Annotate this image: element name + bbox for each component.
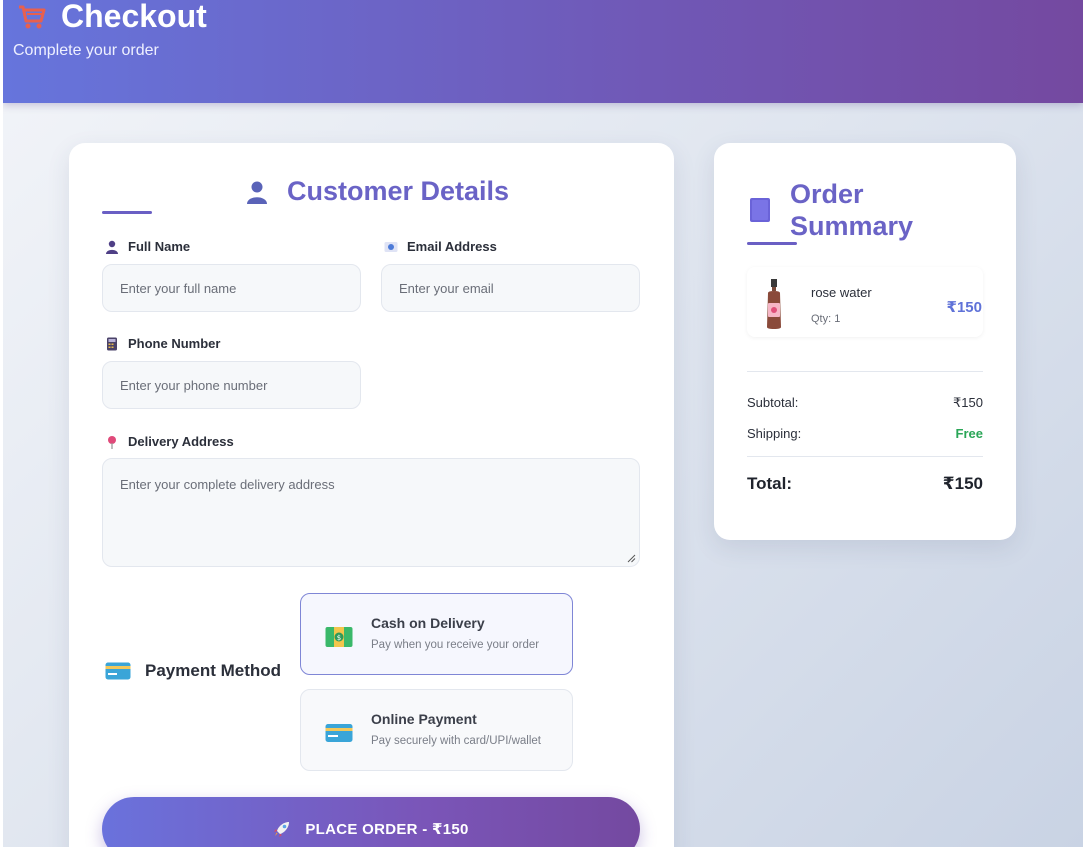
subtotal-value: ₹150 (953, 395, 983, 410)
online-description: Pay securely with card/UPI/wallet (371, 735, 542, 747)
item-price: ₹150 (946, 299, 982, 316)
cash-icon: $ (325, 627, 353, 647)
user-icon (247, 181, 267, 204)
cart-icon (19, 5, 46, 29)
page-title: Checkout (17, 0, 207, 38)
online-title: Online Payment (371, 711, 477, 727)
svg-text:$: $ (337, 634, 341, 642)
address-placeholder: Enter your complete delivery address (120, 477, 335, 492)
email-placeholder: Enter your email (399, 280, 494, 296)
email-input[interactable]: Enter your email (381, 264, 640, 312)
customer-details-card: Customer Details Full Name Enter your fu… (69, 143, 674, 847)
customer-details-heading: Customer Details (245, 176, 509, 207)
order-summary-card: Order Summary rose water Qty: 1 ₹150 Sub… (714, 143, 1016, 540)
heading-underline (102, 211, 152, 214)
book-icon (750, 198, 770, 222)
phone-input[interactable]: Enter your phone number (102, 361, 361, 409)
shipping-label: Shipping: (747, 426, 802, 441)
user-icon (106, 240, 118, 254)
order-summary-title: Order Summary (790, 179, 914, 241)
total-label: Total: (747, 474, 793, 493)
address-label-text: Delivery Address (128, 434, 234, 449)
customer-details-title: Customer Details (287, 176, 510, 206)
total-value: ₹150 (942, 474, 983, 493)
payment-option-cod[interactable]: $ Cash on Delivery Pay when you receive … (300, 593, 573, 675)
payment-method-label-text: Payment Method (145, 661, 282, 680)
full-name-label-text: Full Name (128, 239, 191, 254)
phone-icon (107, 337, 117, 350)
address-label: Delivery Address (105, 434, 234, 449)
total-row: Total: ₹150 (747, 474, 983, 494)
item-name: rose water (811, 285, 872, 300)
email-label-text: Email Address (407, 239, 497, 254)
subtotal-label: Subtotal: (747, 395, 799, 410)
page-subtitle: Complete your order (13, 42, 159, 59)
full-name-placeholder: Enter your full name (120, 280, 237, 296)
full-name-input[interactable]: Enter your full name (102, 264, 361, 312)
email-icon (384, 241, 398, 252)
credit-card-icon (325, 724, 353, 742)
rocket-icon (274, 822, 290, 837)
location-pin-icon (108, 435, 116, 449)
address-textarea[interactable]: Enter your complete delivery address (102, 458, 640, 567)
page-background: Checkout Complete your order Customer De… (3, 0, 1083, 847)
cod-description: Pay when you receive your order (371, 639, 540, 651)
product-thumbnail (767, 279, 781, 329)
subtotal-row: Subtotal: ₹150 (747, 395, 983, 411)
place-order-button[interactable]: PLACE ORDER - ₹150 (102, 797, 640, 847)
summary-divider (747, 371, 983, 372)
checkout-header: Checkout Complete your order (3, 0, 1083, 103)
place-order-label: PLACE ORDER - ₹150 (305, 821, 469, 838)
credit-card-icon (105, 662, 131, 680)
email-label: Email Address (384, 239, 497, 254)
shipping-row: Shipping: Free (747, 426, 983, 441)
payment-method-label: Payment Method (105, 661, 281, 681)
summary-heading-underline (747, 242, 797, 245)
full-name-label: Full Name (105, 239, 190, 254)
page-title-text: Checkout (61, 0, 207, 34)
resize-grip-icon[interactable] (626, 553, 636, 563)
cart-item: rose water Qty: 1 ₹150 (747, 267, 983, 337)
phone-label-text: Phone Number (128, 336, 221, 351)
order-summary-heading: Order Summary (750, 178, 930, 242)
cod-title: Cash on Delivery (371, 615, 485, 631)
payment-option-online[interactable]: Online Payment Pay securely with card/UP… (300, 689, 573, 771)
phone-placeholder: Enter your phone number (120, 377, 268, 393)
phone-label: Phone Number (105, 336, 220, 351)
item-qty: Qty: 1 (811, 313, 841, 325)
summary-divider (747, 456, 983, 457)
shipping-value: Free (955, 426, 983, 441)
